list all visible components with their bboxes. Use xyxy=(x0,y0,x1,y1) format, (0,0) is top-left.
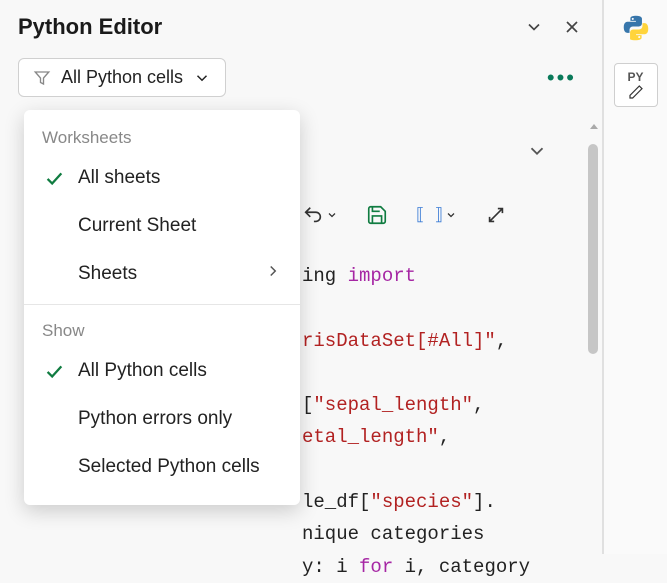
menu-section-worksheets: Worksheets xyxy=(24,118,300,154)
scrollbar[interactable] xyxy=(586,120,600,544)
undo-icon xyxy=(302,204,324,226)
filter-label: All Python cells xyxy=(61,67,183,88)
filter-dropdown-menu: Worksheets All sheets Current Sheet Shee… xyxy=(24,110,300,505)
menu-item-label: Selected Python cells xyxy=(78,456,260,478)
chevron-down-icon xyxy=(524,17,544,37)
output-type-button[interactable]: ⟦ ⟧ xyxy=(416,205,457,226)
scroll-thumb[interactable] xyxy=(588,144,598,354)
menu-item-label: Sheets xyxy=(78,263,137,285)
chevron-down-icon xyxy=(193,69,211,87)
expand-icon xyxy=(485,204,507,226)
py-button-label: PY xyxy=(627,70,643,84)
collapse-button[interactable] xyxy=(522,15,546,39)
menu-divider xyxy=(24,304,300,305)
menu-item-all-sheets[interactable]: All sheets xyxy=(24,154,300,202)
right-sidebar: PY xyxy=(603,0,667,554)
menu-item-sheets[interactable]: Sheets xyxy=(24,250,300,298)
filter-icon xyxy=(33,69,51,87)
filter-bar: All Python cells ••• xyxy=(0,50,602,105)
panel-title: Python Editor xyxy=(18,14,162,40)
brackets-icon: ⟦ ⟧ xyxy=(416,205,443,226)
save-icon xyxy=(366,204,388,226)
code-content[interactable]: ing import risDataSet[#All]", ["sepal_le… xyxy=(302,260,570,583)
pencil-icon xyxy=(628,84,644,100)
panel-header: Python Editor xyxy=(0,0,602,50)
menu-item-current-sheet[interactable]: Current Sheet xyxy=(24,202,300,250)
cell-collapse-button[interactable] xyxy=(526,140,548,167)
python-logo-icon[interactable] xyxy=(622,14,650,49)
chevron-down-icon xyxy=(326,209,338,221)
more-options-button[interactable]: ••• xyxy=(539,61,584,95)
check-icon xyxy=(42,166,66,190)
chevron-down-icon xyxy=(526,140,548,162)
menu-item-label: Python errors only xyxy=(78,408,232,430)
scroll-up-arrow-icon xyxy=(588,120,600,138)
cell-toolbar: ⟦ ⟧ xyxy=(302,204,507,226)
close-button[interactable] xyxy=(560,15,584,39)
check-icon xyxy=(42,359,66,383)
menu-item-label: Current Sheet xyxy=(78,215,196,237)
menu-item-all-python-cells[interactable]: All Python cells xyxy=(24,347,300,395)
python-editor-button[interactable]: PY xyxy=(614,63,658,107)
header-controls xyxy=(522,15,584,39)
filter-dropdown[interactable]: All Python cells xyxy=(18,58,226,97)
menu-item-label: All sheets xyxy=(78,167,160,189)
menu-item-selected-python-cells[interactable]: Selected Python cells xyxy=(24,443,300,491)
menu-item-label: All Python cells xyxy=(78,360,207,382)
menu-item-python-errors-only[interactable]: Python errors only xyxy=(24,395,300,443)
chevron-right-icon xyxy=(264,262,282,286)
menu-section-show: Show xyxy=(24,311,300,347)
save-button[interactable] xyxy=(366,204,388,226)
expand-button[interactable] xyxy=(485,204,507,226)
python-editor-panel: Python Editor All Python cells ••• xyxy=(0,0,603,554)
chevron-down-icon xyxy=(445,209,457,221)
ellipsis-icon: ••• xyxy=(547,65,576,90)
close-icon xyxy=(562,17,582,37)
undo-button[interactable] xyxy=(302,204,338,226)
